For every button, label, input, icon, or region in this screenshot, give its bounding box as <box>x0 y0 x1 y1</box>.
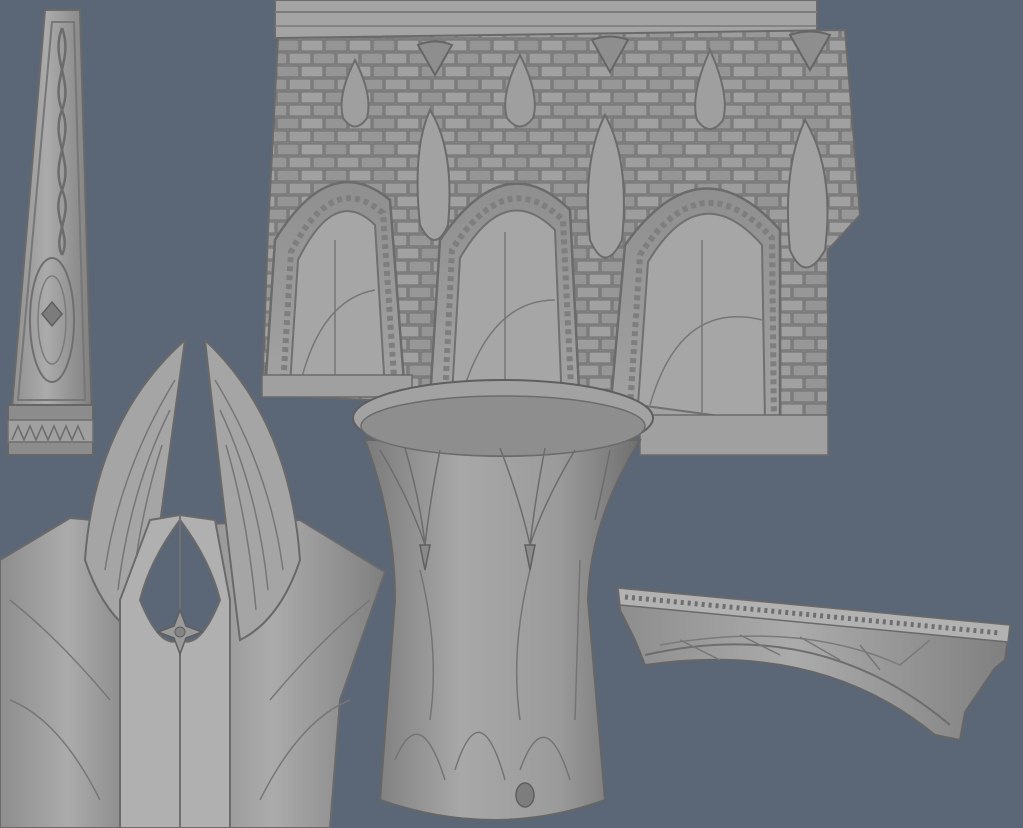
sculpt-scene <box>0 0 1023 828</box>
scene-canvas <box>0 0 1012 828</box>
arched-bridge-beam <box>616 586 1012 742</box>
carved-pilaster <box>6 9 95 456</box>
flared-column <box>352 379 654 821</box>
